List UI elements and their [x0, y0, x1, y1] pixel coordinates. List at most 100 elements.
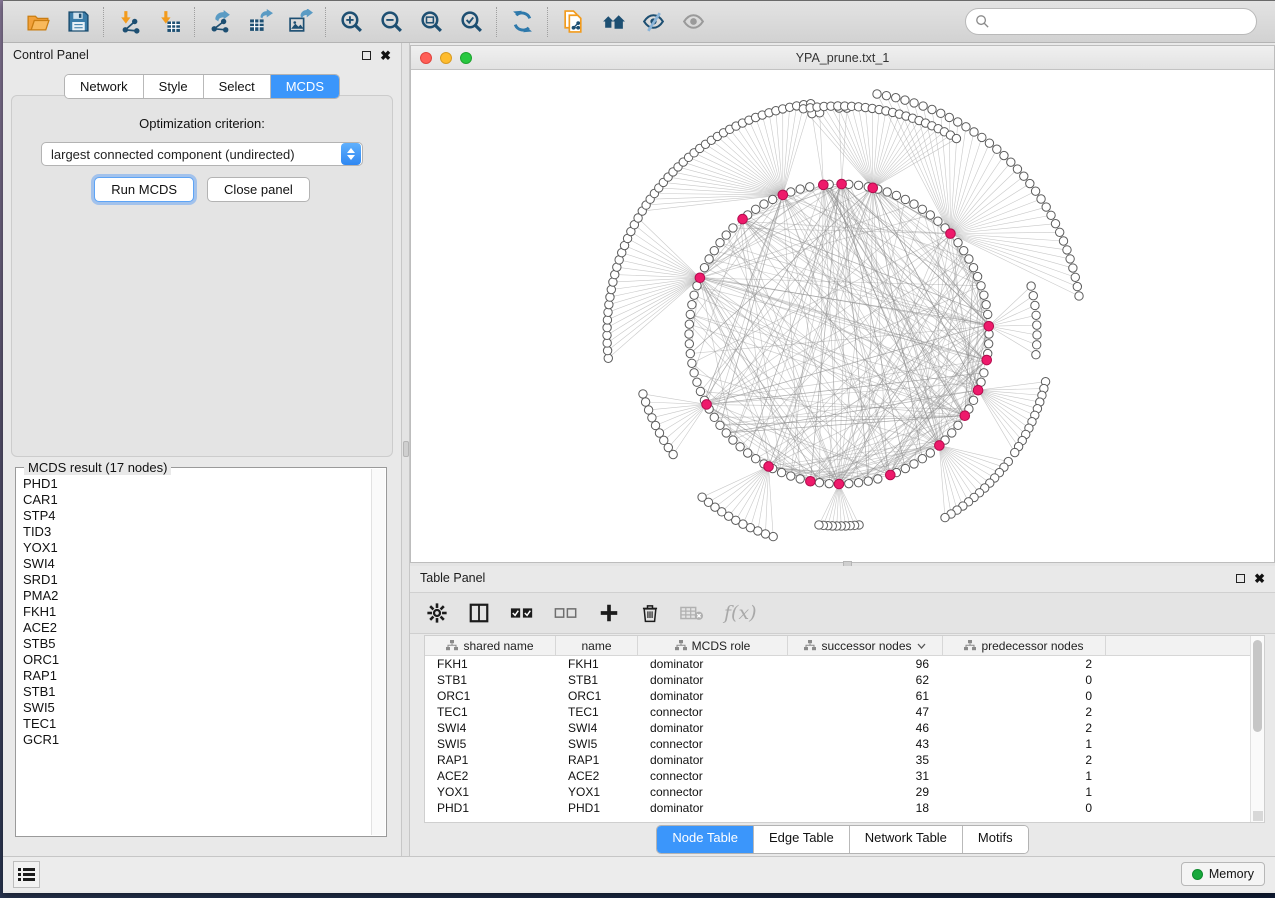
function-builder-icon[interactable]: f(x) [724, 602, 757, 624]
memory-button[interactable]: Memory [1181, 862, 1265, 886]
mcds-result-item[interactable]: STP4 [17, 508, 371, 524]
table-cell: connector [638, 704, 788, 720]
settings-gear-icon[interactable] [426, 600, 448, 626]
vertical-splitter[interactable] [401, 43, 410, 856]
mcds-result-item[interactable]: GCR1 [17, 732, 371, 748]
export-table-icon[interactable] [247, 9, 273, 35]
export-image-icon[interactable] [287, 9, 313, 35]
network-window-titlebar[interactable]: YPA_prune.txt_1 [411, 46, 1274, 70]
mcds-result-item[interactable]: TEC1 [17, 716, 371, 732]
table-cell: dominator [638, 656, 788, 672]
import-network-icon[interactable] [116, 9, 142, 35]
mcds-result-item[interactable]: ORC1 [17, 652, 371, 668]
table-row[interactable]: PHD1PHD1dominator180 [425, 800, 1264, 816]
mcds-result-list[interactable]: PHD1CAR1STP4TID3YOX1SWI4SRD1PMA2FKH1ACE2… [17, 476, 371, 835]
close-panel-button[interactable]: Close panel [207, 177, 310, 202]
table-panel-title: Table Panel [420, 571, 485, 585]
float-table-panel-icon[interactable] [1236, 574, 1245, 583]
node-table: shared namenameMCDS rolesuccessor nodesp… [424, 635, 1265, 823]
export-network-icon[interactable] [207, 9, 233, 35]
copy-style-icon[interactable] [560, 9, 586, 35]
column-header-shared-name[interactable]: shared name [425, 636, 556, 655]
mcds-result-item[interactable]: SWI4 [17, 556, 371, 572]
column-header-MCDS-role[interactable]: MCDS role [638, 636, 788, 655]
mcds-result-item[interactable]: STB1 [17, 684, 371, 700]
float-panel-icon[interactable] [362, 51, 371, 60]
tab-select[interactable]: Select [204, 75, 271, 98]
table-row[interactable]: SWI4SWI4dominator462 [425, 720, 1264, 736]
column-chooser-icon[interactable] [468, 600, 490, 626]
zoom-fit-icon[interactable] [418, 9, 444, 35]
tab-mcds[interactable]: MCDS [271, 75, 339, 98]
tab-motifs[interactable]: Motifs [963, 826, 1028, 853]
table-cell: 2 [943, 720, 1106, 736]
zoom-selected-icon[interactable] [458, 9, 484, 35]
splitter-grip[interactable] [403, 441, 409, 457]
table-scrollbar[interactable] [1250, 636, 1264, 822]
column-header-successor-nodes[interactable]: successor nodes [788, 636, 943, 655]
task-history-button[interactable] [13, 861, 40, 888]
table-cell: 62 [788, 672, 943, 688]
table-row[interactable]: STB1STB1dominator620 [425, 672, 1264, 688]
network-graph[interactable] [411, 70, 1274, 562]
mcds-result-item[interactable]: PMA2 [17, 588, 371, 604]
result-scrollbar[interactable] [371, 469, 385, 835]
table-cell: 0 [943, 800, 1106, 816]
mcds-result-item[interactable]: STB5 [17, 636, 371, 652]
mcds-result-item[interactable]: ACE2 [17, 620, 371, 636]
optimization-criterion-select[interactable]: largest connected component (undirected) [41, 142, 363, 166]
import-table-icon[interactable] [156, 9, 182, 35]
mcds-result-item[interactable]: RAP1 [17, 668, 371, 684]
hide-eye-icon[interactable] [640, 9, 666, 35]
table-cell: 0 [943, 672, 1106, 688]
search-input[interactable] [990, 15, 1247, 29]
add-column-icon[interactable] [598, 600, 620, 626]
table-row[interactable]: FKH1FKH1dominator962 [425, 656, 1264, 672]
save-icon[interactable] [65, 9, 91, 35]
mcds-result-item[interactable]: CAR1 [17, 492, 371, 508]
close-panel-icon[interactable]: ✖ [380, 49, 391, 62]
refresh-layout-icon[interactable] [509, 9, 535, 35]
application-window: Control Panel ✖ NetworkStyleSelectMCDS O… [3, 0, 1275, 893]
table-row[interactable]: YOX1YOX1connector291 [425, 784, 1264, 800]
table-cell: dominator [638, 752, 788, 768]
search-icon [975, 14, 990, 29]
network-canvas[interactable] [411, 70, 1274, 562]
show-eye-icon[interactable] [680, 9, 706, 35]
unselect-all-icon[interactable] [554, 600, 578, 626]
table-resize-grip[interactable] [1253, 811, 1263, 821]
table-row[interactable]: ACE2ACE2connector311 [425, 768, 1264, 784]
table-panel: Table Panel ✖ [410, 566, 1275, 856]
table-row[interactable]: SWI5SWI5connector431 [425, 736, 1264, 752]
table-cell: RAP1 [556, 752, 638, 768]
table-cell: 1 [943, 736, 1106, 752]
mcds-result-item[interactable]: SWI5 [17, 700, 371, 716]
table-cell: FKH1 [425, 656, 556, 672]
tab-network[interactable]: Network [65, 75, 144, 98]
mcds-result-item[interactable]: PHD1 [17, 476, 371, 492]
close-table-panel-icon[interactable]: ✖ [1254, 572, 1265, 585]
select-all-icon[interactable] [510, 600, 534, 626]
column-header-predecessor-nodes[interactable]: predecessor nodes [943, 636, 1106, 655]
tab-edge-table[interactable]: Edge Table [754, 826, 850, 853]
mcds-result-item[interactable]: YOX1 [17, 540, 371, 556]
table-row[interactable]: RAP1RAP1dominator352 [425, 752, 1264, 768]
table-row[interactable]: ORC1ORC1dominator610 [425, 688, 1264, 704]
mcds-result-item[interactable]: SRD1 [17, 572, 371, 588]
run-mcds-button[interactable]: Run MCDS [94, 177, 194, 202]
mcds-result-item[interactable]: TID3 [17, 524, 371, 540]
tab-style[interactable]: Style [144, 75, 204, 98]
column-header-name[interactable]: name [556, 636, 638, 655]
search-box[interactable] [965, 8, 1257, 35]
zoom-out-icon[interactable] [378, 9, 404, 35]
tab-node-table[interactable]: Node Table [657, 826, 754, 853]
tab-network-table[interactable]: Network Table [850, 826, 963, 853]
table-cell: dominator [638, 672, 788, 688]
delete-table-icon[interactable] [680, 600, 704, 626]
open-folder-icon[interactable] [25, 9, 51, 35]
table-row[interactable]: TEC1TEC1connector472 [425, 704, 1264, 720]
delete-column-icon[interactable] [640, 600, 660, 626]
mcds-result-item[interactable]: FKH1 [17, 604, 371, 620]
zoom-in-icon[interactable] [338, 9, 364, 35]
home-networks-icon[interactable] [600, 9, 626, 35]
